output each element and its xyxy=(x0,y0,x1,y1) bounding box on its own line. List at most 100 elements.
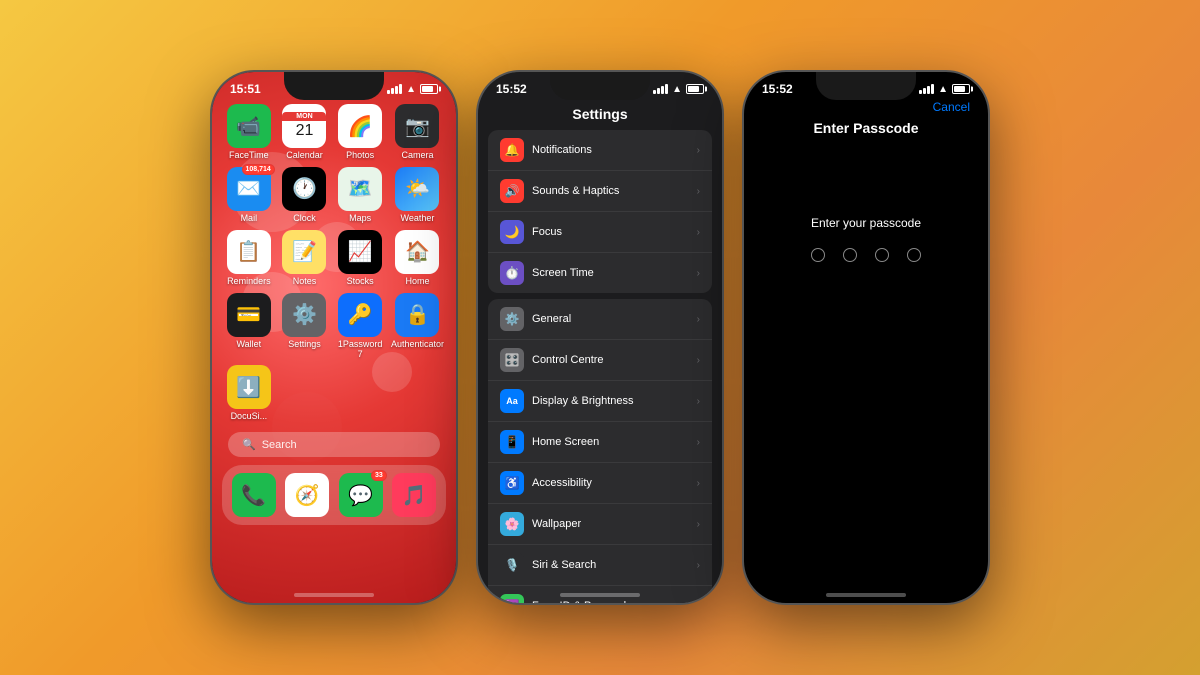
passcode-cancel-row: Cancel xyxy=(744,100,988,114)
accessibility-icon: ♿ xyxy=(500,471,524,495)
settings-row-wallpaper[interactable]: 🌸 Wallpaper › xyxy=(488,504,712,545)
siri-label: Siri & Search xyxy=(532,559,689,571)
app-maps[interactable]: 🗺️ Maps xyxy=(335,167,385,224)
app-weather[interactable]: 🌤️ Weather xyxy=(391,167,444,224)
app-photos[interactable]: 🌈 Photos xyxy=(335,104,385,161)
home-indicator xyxy=(294,593,374,597)
mail-badge: 108,714 xyxy=(242,164,275,175)
app-icon-img: 📈 xyxy=(338,230,382,274)
app-icon-img: MON 21 xyxy=(282,104,326,148)
faceid-icon: 🆔 xyxy=(500,594,524,603)
sounds-label: Sounds & Haptics xyxy=(532,185,689,197)
app-icon-img: 🌤️ xyxy=(395,167,439,211)
settings-row-sounds[interactable]: 🔊 Sounds & Haptics › xyxy=(488,171,712,212)
focus-icon: 🌙 xyxy=(500,220,524,244)
cancel-button[interactable]: Cancel xyxy=(933,100,970,114)
accessibility-label: Accessibility xyxy=(532,477,689,489)
sounds-icon: 🔊 xyxy=(500,179,524,203)
dock-messages[interactable]: 💬 33 xyxy=(337,473,385,517)
status-bar-phone3: 15:52 ▲ xyxy=(744,72,988,100)
app-wallet[interactable]: 💳 Wallet xyxy=(224,293,274,360)
app-icon-img: 📞 xyxy=(232,473,276,517)
app-home[interactable]: 🏠 Home xyxy=(391,230,444,287)
homescreen-icon: 📱 xyxy=(500,430,524,454)
battery-icon xyxy=(686,84,704,94)
settings-row-controlcentre[interactable]: 🎛️ Control Centre › xyxy=(488,340,712,381)
search-icon: 🔍 xyxy=(242,438,256,451)
phone-2: 15:52 ▲ Settings 🔔 Notifications › xyxy=(476,70,724,605)
passcode-dot-4 xyxy=(907,248,921,262)
dock-music[interactable]: 🎵 xyxy=(391,473,439,517)
wifi-icon: ▲ xyxy=(672,84,682,95)
app-icon-img: 🏠 xyxy=(395,230,439,274)
app-icon-img: 🎵 xyxy=(392,473,436,517)
chevron-icon: › xyxy=(697,314,700,325)
chevron-icon: › xyxy=(697,396,700,407)
faceid-label: Face ID & Passcode xyxy=(532,600,689,603)
settings-row-focus[interactable]: 🌙 Focus › xyxy=(488,212,712,253)
focus-label: Focus xyxy=(532,226,689,238)
passcode-title: Enter Passcode xyxy=(744,120,988,136)
app-icon-img: ⚙️ xyxy=(282,293,326,337)
dock-phone[interactable]: 📞 xyxy=(230,473,278,517)
passcode-dot-1 xyxy=(811,248,825,262)
app-docusign[interactable]: ⬇️ DocuSi... xyxy=(224,365,274,422)
battery-icon xyxy=(952,84,970,94)
passcode-dot-3 xyxy=(875,248,889,262)
app-icon-img: ✉️ 108,714 xyxy=(227,167,271,211)
app-icon-img: 🗺️ xyxy=(338,167,382,211)
app-icon-img: 📷 xyxy=(395,104,439,148)
wifi-icon: ▲ xyxy=(406,84,416,95)
wifi-icon: ▲ xyxy=(938,84,948,95)
signal-icon xyxy=(919,84,934,94)
home-indicator xyxy=(560,593,640,597)
chevron-icon: › xyxy=(697,186,700,197)
settings-row-homescreen[interactable]: 📱 Home Screen › xyxy=(488,422,712,463)
settings-row-siri[interactable]: 🎙️ Siri & Search › xyxy=(488,545,712,586)
app-icon-img: 📹 xyxy=(227,104,271,148)
status-time-phone2: 15:52 xyxy=(496,82,527,96)
status-icons-phone2: ▲ xyxy=(653,84,704,95)
display-label: Display & Brightness xyxy=(532,395,689,407)
settings-row-general[interactable]: ⚙️ General › xyxy=(488,299,712,340)
app-settings[interactable]: ⚙️ Settings xyxy=(280,293,330,360)
homescreen-label: Home Screen xyxy=(532,436,689,448)
settings-row-screentime[interactable]: ⏱️ Screen Time › xyxy=(488,253,712,293)
chevron-icon: › xyxy=(697,478,700,489)
home-indicator xyxy=(826,593,906,597)
signal-icon xyxy=(387,84,402,94)
app-icon-img: 💳 xyxy=(227,293,271,337)
phone-3: 15:52 ▲ Cancel Enter Passcode Enter your… xyxy=(742,70,990,605)
app-icon-img: 🔒 xyxy=(395,293,439,337)
signal-icon xyxy=(653,84,668,94)
chevron-icon: › xyxy=(697,145,700,156)
dock: 📞 🧭 💬 33 🎵 xyxy=(222,465,446,525)
home-screen: 15:51 ▲ 📹 FaceTime xyxy=(212,72,456,603)
notifications-label: Notifications xyxy=(532,144,689,156)
app-camera[interactable]: 📷 Camera xyxy=(391,104,444,161)
status-time-phone1: 15:51 xyxy=(230,82,261,96)
status-bar-phone2: 15:52 ▲ xyxy=(478,72,722,100)
notifications-icon: 🔔 xyxy=(500,138,524,162)
app-icon-img: 🔑 xyxy=(338,293,382,337)
dock-safari[interactable]: 🧭 xyxy=(284,473,332,517)
settings-row-notifications[interactable]: 🔔 Notifications › xyxy=(488,130,712,171)
controlcentre-icon: 🎛️ xyxy=(500,348,524,372)
app-icon-img: 🕐 xyxy=(282,167,326,211)
app-authenticator[interactable]: 🔒 Authenticator xyxy=(391,293,444,360)
controlcentre-label: Control Centre xyxy=(532,354,689,366)
screentime-icon: ⏱️ xyxy=(500,261,524,285)
chevron-icon: › xyxy=(697,519,700,530)
chevron-icon: › xyxy=(697,268,700,279)
app-calendar[interactable]: MON 21 Calendar xyxy=(280,104,330,161)
battery-icon xyxy=(420,84,438,94)
settings-row-accessibility[interactable]: ♿ Accessibility › xyxy=(488,463,712,504)
app-stocks[interactable]: 📈 Stocks xyxy=(335,230,385,287)
wallpaper-icon: 🌸 xyxy=(500,512,524,536)
general-icon: ⚙️ xyxy=(500,307,524,331)
settings-row-display[interactable]: Aa Display & Brightness › xyxy=(488,381,712,422)
app-icon-img: 📝 xyxy=(282,230,326,274)
app-1password[interactable]: 🔑 1Password 7 xyxy=(335,293,385,360)
chevron-icon: › xyxy=(697,355,700,366)
app-icon-img: 📋 xyxy=(227,230,271,274)
